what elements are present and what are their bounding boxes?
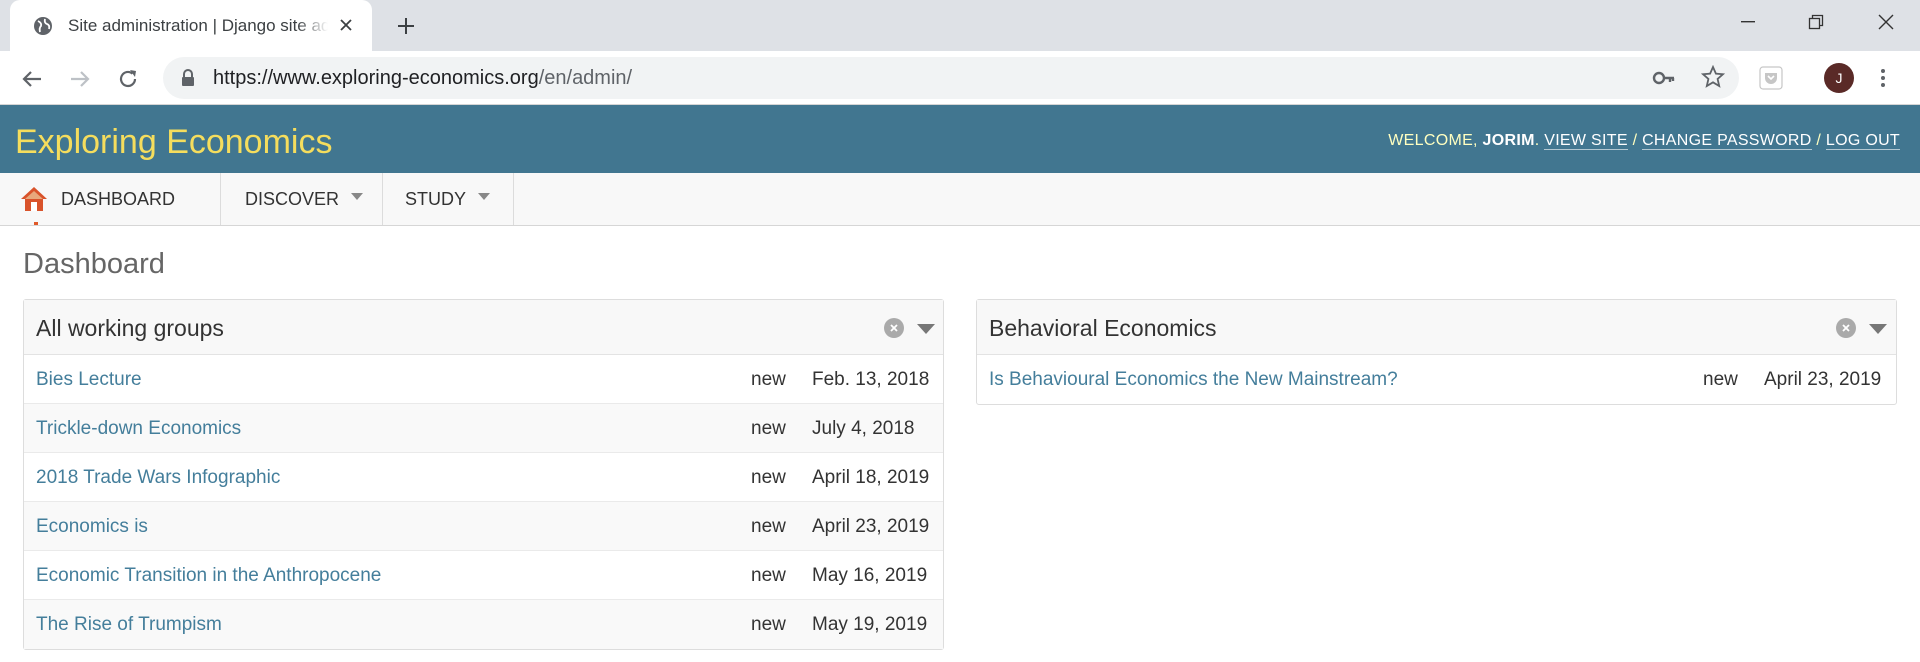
user-tools: WELCOME, JORIM. VIEW SITE / CHANGE PASSW… <box>1388 132 1900 150</box>
close-circle-icon[interactable] <box>1836 318 1856 338</box>
separator: / <box>1811 132 1826 149</box>
site-branding[interactable]: Exploring Economics <box>15 123 332 162</box>
row-date: Feb. 13, 2018 <box>812 369 930 390</box>
collapse-toggle-icon[interactable] <box>1869 324 1887 334</box>
row-status: new <box>751 516 786 537</box>
menu-dashboard-label: DASHBOARD <box>61 188 176 209</box>
url-text: https://www.exploring-economics.org/en/a… <box>213 67 632 90</box>
admin-menu-bar: DASHBOARD DISCOVER STUDY <box>0 173 1920 226</box>
star-bookmark-icon[interactable] <box>1700 64 1726 94</box>
table-row: Economics is new April 23, 2019 <box>24 502 943 551</box>
row-date: May 16, 2019 <box>812 565 928 586</box>
row-status: new <box>751 467 786 488</box>
collapse-toggle-icon[interactable] <box>917 324 935 334</box>
key-icon[interactable] <box>1652 67 1676 94</box>
row-status: new <box>751 418 786 439</box>
menu-dashboard[interactable]: DASHBOARD <box>0 173 221 225</box>
browser-toolbar: https://www.exploring-economics.org/en/a… <box>0 51 1920 105</box>
home-icon <box>20 186 48 212</box>
active-indicator <box>34 222 38 225</box>
username: JORIM <box>1482 132 1535 149</box>
forward-arrow-icon[interactable] <box>65 64 95 94</box>
profile-avatar[interactable]: J <box>1824 63 1854 93</box>
row-date: May 19, 2019 <box>812 614 928 635</box>
back-arrow-icon[interactable] <box>17 64 47 94</box>
row-date: July 4, 2018 <box>812 418 915 439</box>
row-link[interactable]: Is Behavioural Economics the New Mainstr… <box>989 369 1398 391</box>
module-all-working-groups: All working groups Bies Lecture new Feb.… <box>23 299 944 650</box>
new-tab-icon[interactable] <box>391 11 421 41</box>
globe-icon <box>32 15 54 37</box>
row-status: new <box>751 565 786 586</box>
url-host: https://www.exploring-economics.org <box>213 67 539 89</box>
row-status: new <box>751 614 786 635</box>
browser-tab[interactable]: Site administration | Django site admin <box>10 0 372 51</box>
reload-icon[interactable] <box>113 64 143 94</box>
admin-header: Exploring Economics WELCOME, JORIM. VIEW… <box>0 105 1920 173</box>
row-link[interactable]: Bies Lecture <box>36 369 142 391</box>
row-date: April 23, 2019 <box>812 516 930 537</box>
menu-study-label: STUDY <box>405 188 467 209</box>
close-tab-icon[interactable] <box>334 13 358 37</box>
welcome-suffix: . <box>1534 132 1545 149</box>
row-link[interactable]: Trickle-down Economics <box>36 418 241 440</box>
row-link[interactable]: Economics is <box>36 516 148 538</box>
browser-menu-icon[interactable] <box>1873 63 1893 93</box>
separator: / <box>1627 132 1643 149</box>
page-title: Dashboard <box>23 248 165 280</box>
welcome-text: WELCOME, <box>1388 132 1483 149</box>
restore-icon[interactable] <box>1782 0 1850 44</box>
table-row: Trickle-down Economics new July 4, 2018 <box>24 404 943 453</box>
menu-discover-label: DISCOVER <box>245 188 340 209</box>
table-row: Is Behavioural Economics the New Mainstr… <box>977 355 1896 404</box>
module-behavioral-economics: Behavioral Economics Is Behavioural Econ… <box>976 299 1897 405</box>
browser-tabstrip: Site administration | Django site admin <box>0 0 1920 51</box>
close-window-icon[interactable] <box>1852 0 1920 44</box>
row-date: April 18, 2019 <box>812 467 930 488</box>
view-site-link[interactable]: VIEW SITE <box>1544 132 1628 150</box>
table-row: 2018 Trade Wars Infographic new April 18… <box>24 453 943 502</box>
url-path: /en/admin/ <box>538 67 633 89</box>
close-circle-icon[interactable] <box>884 318 904 338</box>
row-status: new <box>751 369 786 390</box>
row-link[interactable]: 2018 Trade Wars Infographic <box>36 467 280 489</box>
row-link[interactable]: Economic Transition in the Anthropocene <box>36 565 381 587</box>
chevron-down-icon <box>478 192 491 200</box>
row-link[interactable]: The Rise of Trumpism <box>36 614 222 636</box>
table-row: The Rise of Trumpism new May 19, 2019 <box>24 600 943 649</box>
module-title: Behavioral Economics <box>989 315 1217 341</box>
tab-title: Site administration | Django site admin <box>68 15 328 35</box>
log-out-link[interactable]: LOG OUT <box>1825 132 1900 150</box>
table-row: Economic Transition in the Anthropocene … <box>24 551 943 600</box>
menu-discover[interactable]: DISCOVER <box>221 173 383 225</box>
table-row: Bies Lecture new Feb. 13, 2018 <box>24 355 943 404</box>
change-password-link[interactable]: CHANGE PASSWORD <box>1642 132 1812 150</box>
menu-study[interactable]: STUDY <box>383 173 514 225</box>
lock-icon <box>181 69 195 92</box>
module-header: Behavioral Economics <box>977 300 1896 355</box>
chevron-down-icon <box>351 192 364 200</box>
address-bar[interactable]: https://www.exploring-economics.org/en/a… <box>163 57 1739 99</box>
row-date: April 23, 2019 <box>1764 369 1882 390</box>
row-status: new <box>1703 369 1738 390</box>
module-title: All working groups <box>36 315 224 341</box>
minimize-icon[interactable] <box>1714 0 1782 44</box>
module-header: All working groups <box>24 300 943 355</box>
pocket-extension-icon[interactable] <box>1759 66 1783 95</box>
